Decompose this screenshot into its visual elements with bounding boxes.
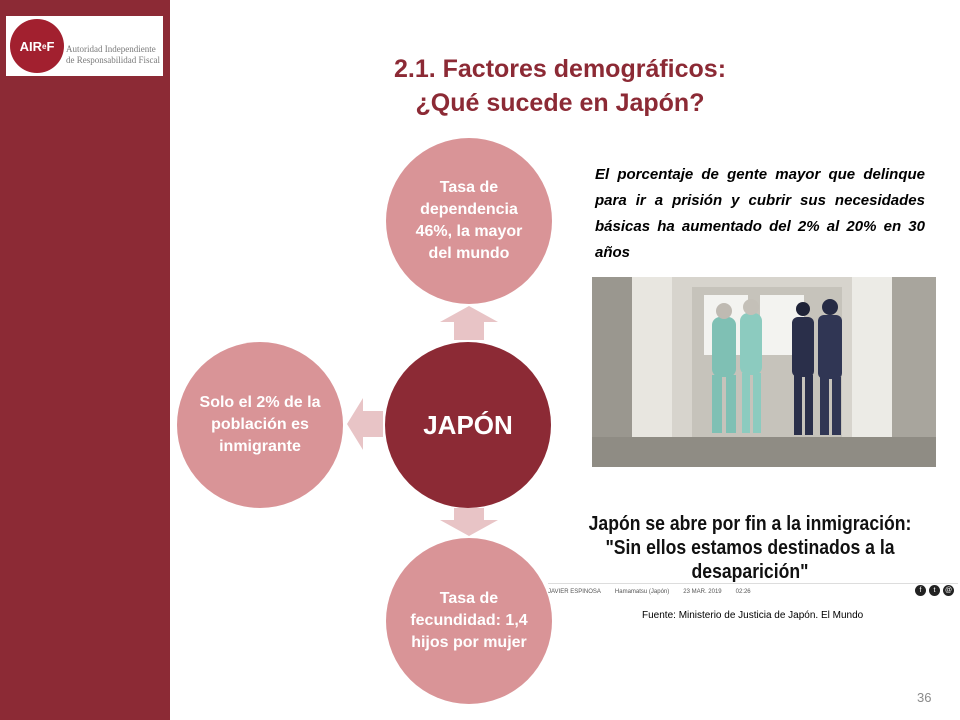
sidebar-band <box>0 0 170 720</box>
news-headline[interactable]: Japón se abre por fin a la inmigración: … <box>570 512 931 584</box>
facebook-icon[interactable]: f <box>915 585 926 596</box>
news-location: Hamamatsu (Japón) <box>614 589 670 595</box>
arrow-up-icon <box>440 306 498 340</box>
elderly-crime-quote: El porcentaje de gente mayor que delinqu… <box>595 166 925 261</box>
slide-title-line1: 2.1. Factores demográficos: <box>393 55 727 83</box>
circle-center-japan: JAPÓN <box>385 342 551 508</box>
circle-fertility-rate: Tasa de fecundidad: 1,4 hijos por mujer <box>386 538 552 704</box>
airef-logo-text: Autoridad Independiente de Responsabilid… <box>66 44 160 65</box>
slide-title: 2.1. Factores demográficos: ¿Qué sucede … <box>330 52 790 120</box>
circle-immigration: Solo el 2% de la población es inmigrante <box>177 342 343 508</box>
arrow-down-icon <box>440 508 498 536</box>
arrow-left-icon <box>347 398 383 450</box>
page-number: 36 <box>917 690 932 705</box>
slide-title-line2: ¿Qué sucede en Japón? <box>415 89 705 117</box>
news-author[interactable]: JAVIER ESPINOSA <box>548 589 601 595</box>
airef-logo-mark: AIR e F <box>10 19 64 73</box>
social-share-icons: f t @ <box>915 585 954 596</box>
news-date: 23 MAR. 2019 <box>683 589 722 595</box>
news-time: 02:26 <box>735 589 751 595</box>
email-icon[interactable]: @ <box>943 585 954 596</box>
prison-photo <box>592 277 936 467</box>
source-note: Fuente: Ministerio de Justicia de Japón.… <box>642 610 864 621</box>
twitter-icon[interactable]: t <box>929 585 940 596</box>
circle-dependency-rate: Tasa de dependencia 46%, la mayor del mu… <box>386 138 552 304</box>
news-byline: JAVIER ESPINOSA Hamamatsu (Japón) 23 MAR… <box>548 583 958 600</box>
airef-logo: AIR e F Autoridad Independiente de Respons… <box>6 16 163 76</box>
